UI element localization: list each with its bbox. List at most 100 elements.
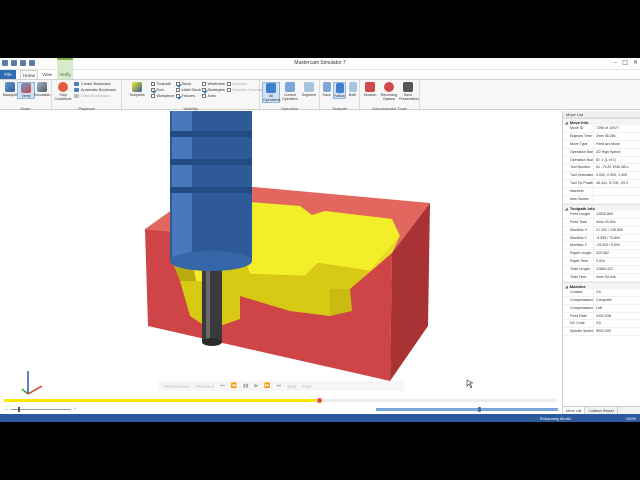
property-row: Feed Rate 2092.538 [563,312,640,321]
status-bar: Enhancing Model 100% [0,414,640,422]
property-value: 4min 33.92s [593,218,640,226]
initial-stock-checkbox[interactable]: Initial Stock [176,88,201,93]
speed-slider-knob[interactable] [18,407,20,412]
segment-slider[interactable] [376,408,558,411]
property-key: Move Type [570,141,588,146]
holder-ring [170,131,252,137]
all-operations-button[interactable]: All Operations [262,82,281,103]
property-value [593,188,640,196]
step-option[interactable]: Step [287,384,296,389]
fast-option[interactable]: Fast [302,384,311,389]
simulation-icon [37,82,47,92]
clear-bookmarks-button[interactable]: Clear Bookmarks [74,94,110,99]
segment-button[interactable]: Segment [300,82,318,97]
progress-track[interactable] [4,397,556,404]
tool-checkbox-label: Tool [156,88,164,92]
performance-option[interactable]: Performance [164,384,190,389]
tab-view[interactable]: View [40,70,54,79]
minimize-button[interactable]: – [614,59,617,66]
machine-checkbox-label: Machine [232,82,247,86]
pause-button[interactable]: ▮▮ [243,383,249,389]
x-axis [27,385,43,395]
machine-housing-checkbox[interactable]: Machine Housing [227,88,262,93]
fixtures-checkbox-label: Fixtures [181,94,196,98]
property-key: Tool Number [570,165,591,170]
wireframe-checkbox[interactable]: Wireframe [202,82,225,87]
create-bookmark-button[interactable]: Create Bookmark [74,82,111,87]
playback-controls: Performance Precision ⏮ ⏪ ▮▮ ▶ ⏩ ⏭ Step … [158,381,404,391]
trace-label: Trace [321,93,332,97]
property-value: 7296 of 10977 [593,125,640,132]
speed-slider[interactable] [11,409,71,410]
follow-label: Follow [334,94,345,98]
operation-group: All Operations Current Operation Segment… [260,80,320,111]
simulation-button[interactable]: Simulation [33,82,51,97]
property-row: Machine [563,188,640,197]
trace-button[interactable]: Trace [320,82,333,97]
maximize-button[interactable]: □ [622,59,628,66]
precision-option[interactable]: Precision [196,384,215,389]
tab-verify[interactable]: Verify [57,70,73,79]
window-title: Mastercam Simulator 7 [294,60,346,66]
workpiece-checkbox[interactable]: Workpiece [151,94,174,99]
current-operation-label: Current Operation [282,93,298,101]
segment-slider-knob[interactable] [478,407,481,412]
machine-checkbox[interactable]: Machine [227,82,247,87]
speed-controls: — + [0,406,562,413]
property-row: Axis Values [563,196,640,204]
both-button[interactable]: Both [346,82,359,97]
property-value: Computer [593,296,640,304]
save-presentation-button[interactable]: Save Presentation [399,82,419,101]
strategies-checkbox[interactable]: Strategies [202,88,225,93]
toolpaths-button[interactable]: Toolpaths [125,82,149,97]
3d-viewport[interactable]: Performance Precision ⏮ ⏪ ▮▮ ▶ ⏩ ⏭ Step … [0,111,562,396]
machining-scene[interactable] [0,111,562,396]
simulation-progress[interactable] [0,396,562,406]
property-key: Operation Numb [570,157,593,162]
tab-file[interactable]: File [0,70,16,79]
recording-options-button[interactable]: Recording Options [380,82,398,101]
skip-back-button[interactable]: ⏮ [220,383,225,389]
tool-checkbox[interactable]: Tool [151,88,163,93]
property-key: Compensation T [570,297,593,302]
status-message: Enhancing Model [540,415,571,421]
tab-move-list[interactable]: Move List [563,407,586,414]
property-key: Min/Max Z [570,243,587,248]
faster-button[interactable]: + [74,406,76,411]
current-operation-icon [285,82,295,92]
axes-checkbox-label: Axes [207,94,216,98]
tab-home[interactable]: Home [20,70,38,79]
progress-knob[interactable] [315,397,323,404]
property-row: Tool Number #1 - FLAT END MILL [563,164,640,173]
section-header[interactable]: ◢ Toolpath Info [563,203,640,211]
both-icon [348,82,357,92]
slower-button[interactable]: — [4,406,8,411]
tab-collision-report[interactable]: Collision Report [585,407,618,414]
stock-checkbox[interactable]: Stock [176,82,191,87]
stop-conditions-button[interactable]: Stop Conditions [53,82,73,101]
section-header[interactable]: ◢ Machine [563,281,640,289]
follow-button[interactable]: Follow [333,82,346,99]
progress-fill [4,399,319,402]
property-row: Coolant On [563,288,640,297]
current-operation-button[interactable]: Current Operation [281,82,299,101]
simulation-label: Simulation [33,93,51,97]
backplot-label: Backplot [3,93,17,97]
property-value: 329.562 [593,250,640,258]
window-controls: – □ ✕ [614,59,638,66]
close-button[interactable]: ✕ [633,59,638,66]
step-forward-button[interactable]: ⏩ [264,383,270,389]
skip-forward-button[interactable]: ⏭ [277,383,282,389]
property-key: Coolant [570,289,583,294]
simulator-window: Mastercam Simulator 7 – □ ✕ File Home Vi… [0,58,640,422]
step-back-button[interactable]: ⏪ [231,383,237,389]
play-button[interactable]: ▶ [255,383,259,389]
trace-icon [322,82,331,92]
fixtures-checkbox[interactable]: Fixtures [176,94,195,99]
segment-label: Segment [301,93,317,97]
section-header[interactable]: ◢ Move Info [563,118,640,125]
automatic-bookmark-button[interactable]: Automatic Bookmark [74,88,116,93]
session-button[interactable]: Session [361,82,379,97]
toolpath-checkbox[interactable]: Toolpath [151,82,171,87]
axes-checkbox[interactable]: Axes [202,94,216,99]
